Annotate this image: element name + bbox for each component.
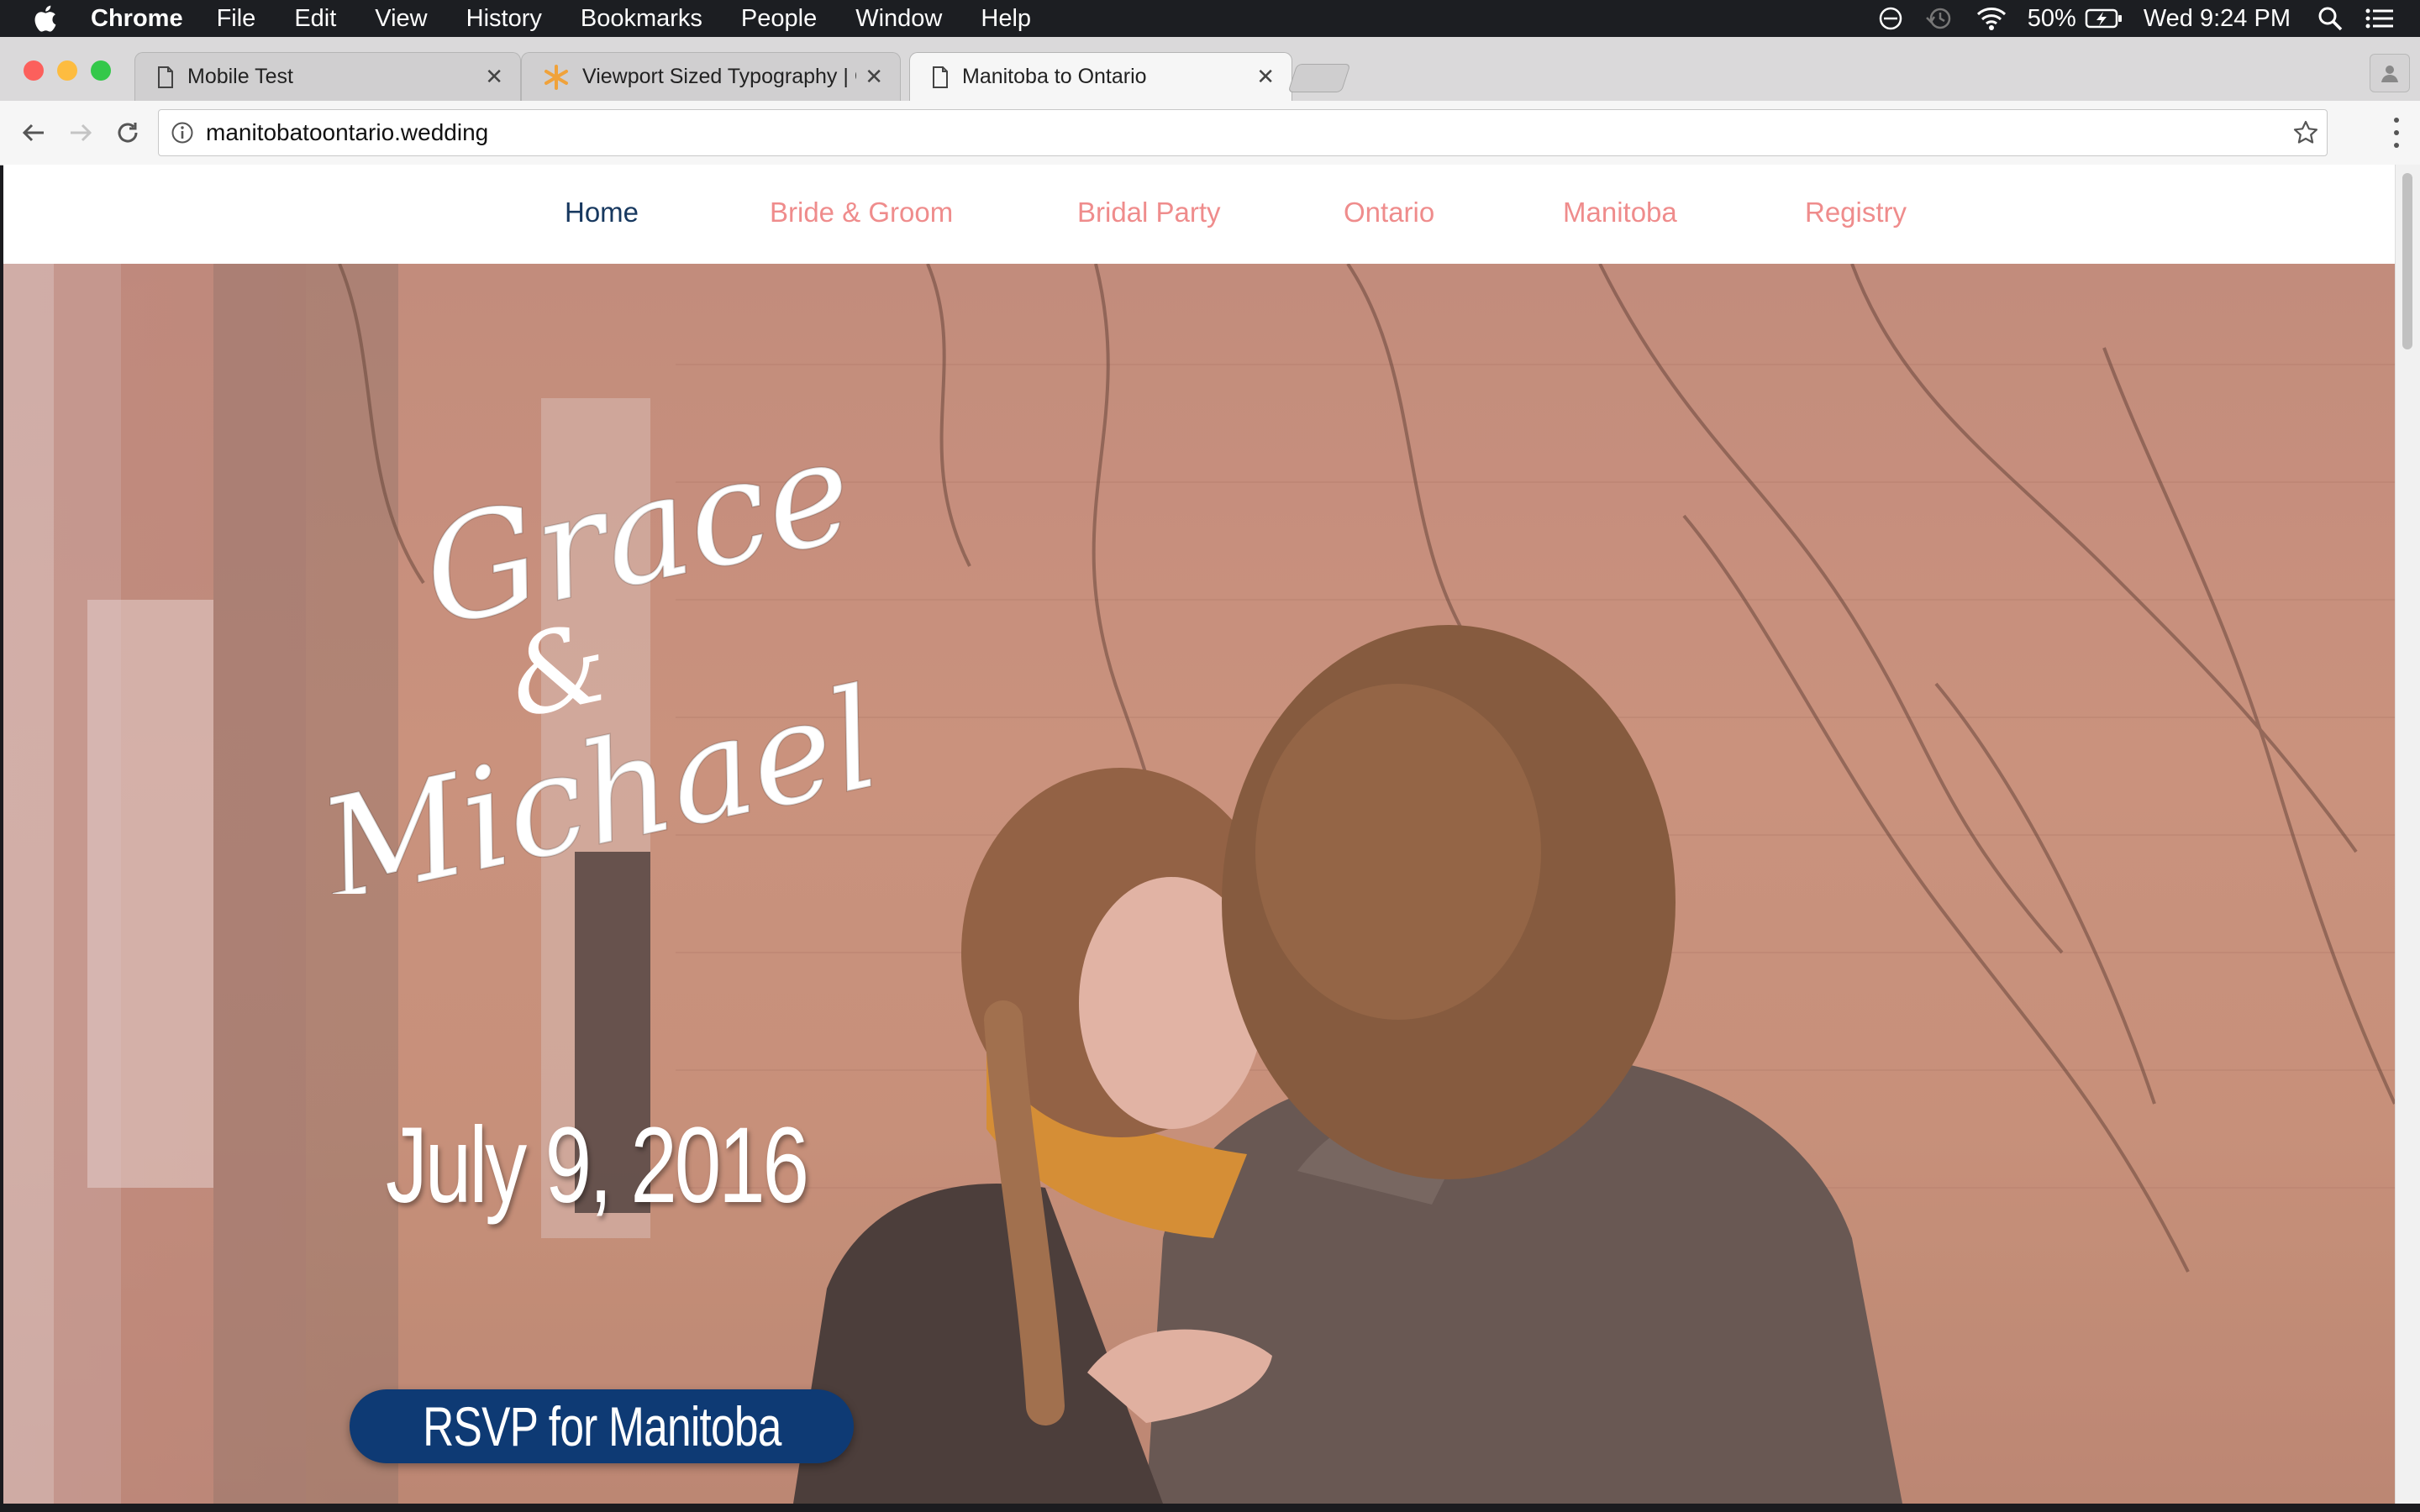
tab-title: Manitoba to Ontario (962, 65, 1147, 88)
forward-button[interactable] (64, 116, 97, 150)
chrome-menu-icon[interactable] (2386, 118, 2407, 148)
reload-button[interactable] (111, 116, 145, 150)
hero-section: Grace & Michael July 9, 2016 RSVP for Ma… (3, 264, 2395, 1504)
nav-ontario[interactable]: Ontario (1344, 197, 1434, 228)
tab-manitoba-to-ontario[interactable]: Manitoba to Ontario ✕ (909, 52, 1292, 101)
spotlight-search-icon[interactable] (2317, 6, 2343, 31)
tab-close-icon[interactable]: ✕ (865, 64, 883, 90)
menu-history[interactable]: History (466, 5, 542, 33)
nav-home[interactable]: Home (565, 197, 639, 228)
page-viewport: Home Bride & Groom Bridal Party Ontario … (3, 165, 2395, 1504)
menu-bookmarks[interactable]: Bookmarks (581, 5, 702, 33)
scrollbar-thumb[interactable] (2402, 173, 2412, 349)
profile-avatar-icon[interactable] (2370, 54, 2410, 92)
nav-registry[interactable]: Registry (1805, 197, 1907, 228)
wedding-date: July 9, 2016 (386, 1105, 809, 1226)
menu-help[interactable]: Help (981, 5, 1031, 33)
menu-app-chrome[interactable]: Chrome (91, 5, 183, 33)
menu-people[interactable]: People (741, 5, 817, 33)
site-navigation: Home Bride & Groom Bridal Party Ontario … (3, 165, 2395, 264)
apple-logo-icon[interactable] (32, 4, 66, 33)
time-machine-icon[interactable] (1925, 6, 1954, 31)
site-info-icon[interactable] (171, 121, 194, 144)
window-minimize-button[interactable] (57, 60, 77, 81)
notification-center-icon[interactable] (2365, 7, 2395, 30)
browser-tab-strip: Mobile Test ✕ Viewport Sized Typography … (0, 37, 2420, 101)
address-bar[interactable]: manitobatoontario.wedding (158, 109, 2328, 156)
tab-title: Mobile Test (187, 65, 293, 88)
codepen-star-icon (544, 64, 569, 90)
new-tab-button[interactable] (1287, 64, 1351, 92)
rsvp-manitoba-button[interactable]: RSVP for Manitoba (350, 1389, 854, 1463)
page-scrollbar[interactable] (2395, 165, 2420, 1504)
page-icon (932, 66, 949, 88)
tab-mobile-test[interactable]: Mobile Test ✕ (134, 52, 521, 101)
menu-view[interactable]: View (375, 5, 427, 33)
tab-title: Viewport Sized Typography | C (582, 65, 857, 88)
menu-window[interactable]: Window (855, 5, 942, 33)
do-not-disturb-icon[interactable] (1878, 6, 1903, 31)
nav-manitoba[interactable]: Manitoba (1563, 197, 1677, 228)
macos-menu-bar: Chrome File Edit View History Bookmarks … (0, 0, 2420, 37)
back-button[interactable] (17, 116, 50, 150)
bookmark-star-icon[interactable] (2293, 120, 2318, 151)
battery-percent: 50% (2027, 4, 2076, 32)
page-icon (157, 66, 174, 88)
wifi-icon[interactable] (1975, 6, 2007, 31)
menu-edit[interactable]: Edit (294, 5, 336, 33)
window-bottom-edge (0, 1504, 2420, 1512)
name-grace: Grace (409, 423, 866, 659)
tab-close-icon[interactable]: ✕ (485, 64, 503, 90)
couple-names-script: Grace & Michael (306, 423, 892, 894)
window-close-button[interactable] (24, 60, 44, 81)
rsvp-button-label: RSVP for Manitoba (422, 1395, 781, 1457)
tab-close-icon[interactable]: ✕ (1256, 64, 1275, 90)
url-text[interactable]: manitobatoontario.wedding (206, 119, 488, 146)
browser-toolbar: manitobatoontario.wedding (0, 101, 2420, 165)
menu-file[interactable]: File (217, 5, 256, 33)
window-zoom-button[interactable] (91, 60, 111, 81)
tab-viewport-sized-typography[interactable]: Viewport Sized Typography | C ✕ (521, 52, 901, 101)
battery-charging-icon[interactable] (2085, 8, 2123, 29)
nav-bridal-party[interactable]: Bridal Party (1077, 197, 1221, 228)
menubar-clock[interactable]: Wed 9:24 PM (2144, 5, 2291, 33)
nav-bride-and-groom[interactable]: Bride & Groom (770, 197, 953, 228)
